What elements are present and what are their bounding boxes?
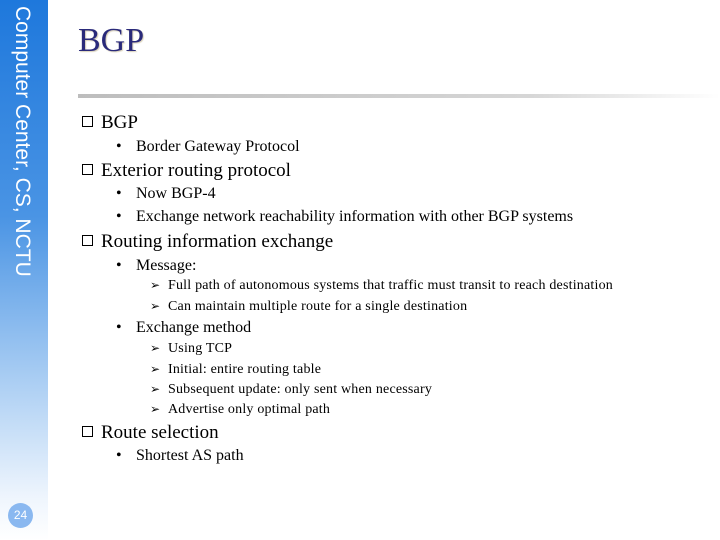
bullet-text: Advertise only optimal path	[168, 402, 331, 417]
bullet-l1: BGP	[82, 112, 138, 134]
bullet-text: Exchange network reachability informatio…	[136, 208, 574, 225]
bullet-text: Subsequent update: only sent when necess…	[168, 382, 433, 397]
bullet-l1: Routing information exchange	[82, 231, 333, 253]
bullet-l3: ➢ Full path of autonomous systems that tr…	[150, 278, 613, 294]
bullet-text: Using TCP	[168, 341, 233, 356]
checkbox-bullet-icon	[82, 116, 93, 127]
bullet-l1: Exterior routing protocol	[82, 160, 291, 182]
bullet-l3: ➢ Can maintain multiple route for a singl…	[150, 299, 467, 315]
sidebar-label: Computer Center, CS, NCTU	[11, 6, 34, 277]
dot-bullet-icon: •	[116, 447, 122, 464]
bullet-text: Border Gateway Protocol	[136, 138, 300, 155]
bullet-text: Exchange method	[136, 319, 252, 336]
checkbox-bullet-icon	[82, 235, 93, 246]
checkbox-bullet-icon	[82, 426, 93, 437]
arrow-bullet-icon: ➢	[150, 341, 161, 355]
bullet-text: BGP	[101, 112, 138, 133]
dot-bullet-icon: •	[116, 185, 122, 202]
bullet-text: Routing information exchange	[101, 231, 334, 252]
bullet-text: Now BGP-4	[136, 185, 216, 202]
page-number-badge: 24	[8, 503, 33, 528]
dot-bullet-icon: •	[116, 257, 122, 274]
bullet-l1: Route selection	[82, 422, 219, 444]
bullet-text: Exterior routing protocol	[101, 160, 291, 181]
arrow-bullet-icon: ➢	[150, 362, 161, 376]
bullet-l3: ➢ Advertise only optimal path	[150, 402, 330, 418]
bullet-l2: • Exchange method	[116, 319, 251, 337]
bullet-text: Message:	[136, 257, 197, 274]
slide-title: BGP	[78, 22, 145, 59]
title-divider	[78, 94, 720, 98]
bullet-text: Can maintain multiple route for a single…	[168, 299, 468, 314]
checkbox-bullet-icon	[82, 164, 93, 175]
bullet-text: Initial: entire routing table	[168, 362, 322, 377]
arrow-bullet-icon: ➢	[150, 382, 161, 396]
dot-bullet-icon: •	[116, 138, 122, 155]
bullet-l3: ➢ Subsequent update: only sent when neces…	[150, 382, 432, 398]
bullet-l2: • Now BGP-4	[116, 185, 216, 203]
bullet-text: Full path of autonomous systems that tra…	[168, 278, 613, 293]
bullet-l3: ➢ Using TCP	[150, 341, 232, 357]
bullet-text: Shortest AS path	[136, 447, 244, 464]
arrow-bullet-icon: ➢	[150, 402, 161, 416]
bullet-l2: • Message:	[116, 257, 196, 275]
arrow-bullet-icon: ➢	[150, 278, 161, 292]
bullet-l2: • Exchange network reachability informati…	[116, 208, 573, 226]
sidebar: Computer Center, CS, NCTU 24	[0, 0, 48, 540]
dot-bullet-icon: •	[116, 208, 122, 225]
bullet-text: Route selection	[101, 422, 219, 443]
arrow-bullet-icon: ➢	[150, 299, 161, 313]
dot-bullet-icon: •	[116, 319, 122, 336]
bullet-l3: ➢ Initial: entire routing table	[150, 362, 321, 378]
bullet-l2: • Border Gateway Protocol	[116, 138, 300, 156]
bullet-l2: • Shortest AS path	[116, 447, 244, 465]
